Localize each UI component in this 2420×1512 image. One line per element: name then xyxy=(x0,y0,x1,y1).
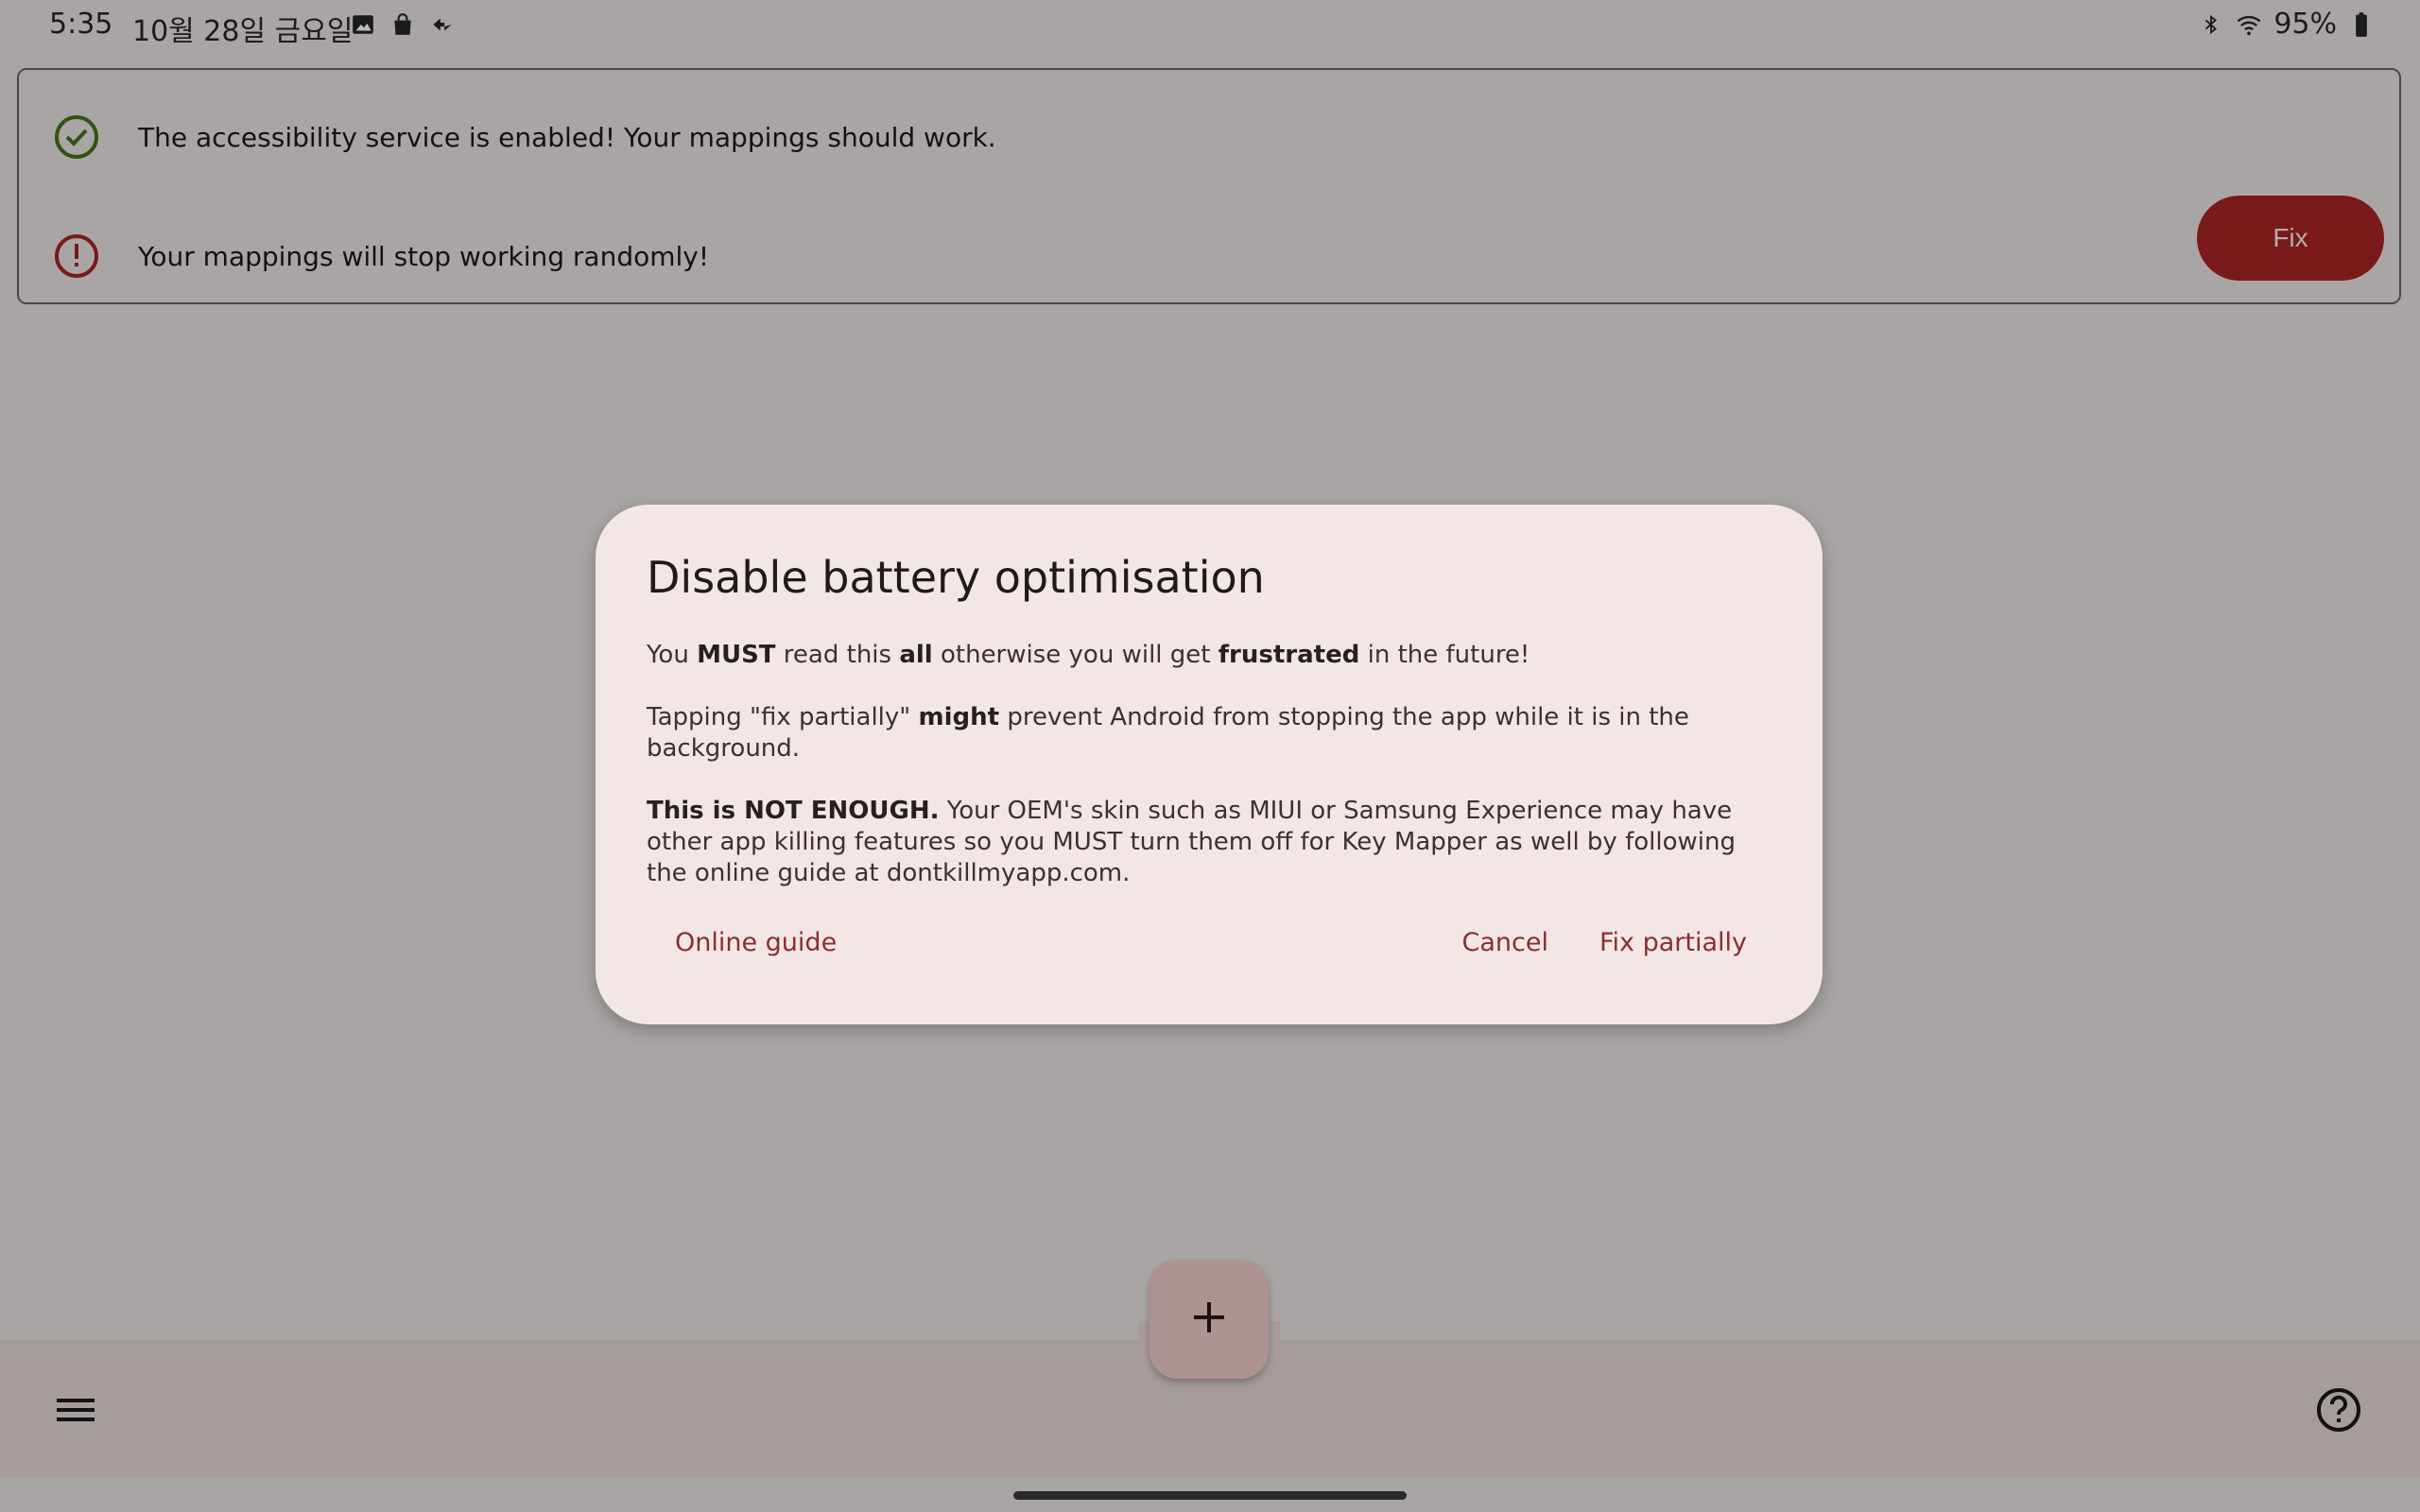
p1-text-4: in the future! xyxy=(1359,641,1530,669)
p1-text-1: You xyxy=(647,641,698,669)
status-bar: 5:35 10월 28일 금요일 95% xyxy=(0,0,2420,53)
p1-text-3: otherwise you will get xyxy=(932,641,1219,669)
battery-icon xyxy=(2348,11,2375,38)
dialog-message: You MUST read this all otherwise you wil… xyxy=(647,640,1781,920)
shopping-bag-icon xyxy=(389,11,416,38)
wifi-icon xyxy=(2236,11,2262,38)
dialog-actions: Online guide Cancel Fix partially xyxy=(596,922,1823,968)
p3-bold-1: This is NOT ENOUGH. xyxy=(647,797,940,825)
p2-text-1: Tapping "fix partially" xyxy=(647,703,919,731)
dialog-paragraph-2: Tapping "fix partially" might prevent An… xyxy=(647,702,1781,765)
p2-bold-1: might xyxy=(918,703,1000,731)
p1-bold-3: frustrated xyxy=(1218,641,1360,669)
p1-bold-1: MUST xyxy=(697,641,776,669)
bluetooth-icon xyxy=(2198,11,2224,38)
status-time: 5:35 xyxy=(49,8,113,41)
battery-percent: 95% xyxy=(2273,8,2337,41)
sync-icon xyxy=(429,11,456,38)
status-date: 10월 28일 금요일 xyxy=(132,15,354,48)
cancel-button[interactable]: Cancel xyxy=(1436,922,1575,963)
dialog-title: Disable battery optimisation xyxy=(647,552,1265,603)
online-guide-button[interactable]: Online guide xyxy=(648,922,863,963)
system-icons: 95% xyxy=(2198,8,2375,41)
dialog-paragraph-1: You MUST read this all otherwise you wil… xyxy=(647,640,1781,671)
gallery-icon xyxy=(350,11,376,38)
notification-icons xyxy=(350,11,456,38)
fix-partially-button[interactable]: Fix partially xyxy=(1573,922,1773,963)
dialog-paragraph-3: This is NOT ENOUGH. Your OEM's skin such… xyxy=(647,796,1781,889)
p1-text-2: read this xyxy=(775,641,900,669)
p1-bold-2: all xyxy=(899,641,933,669)
battery-optimisation-dialog: Disable battery optimisation You MUST re… xyxy=(596,505,1823,1024)
